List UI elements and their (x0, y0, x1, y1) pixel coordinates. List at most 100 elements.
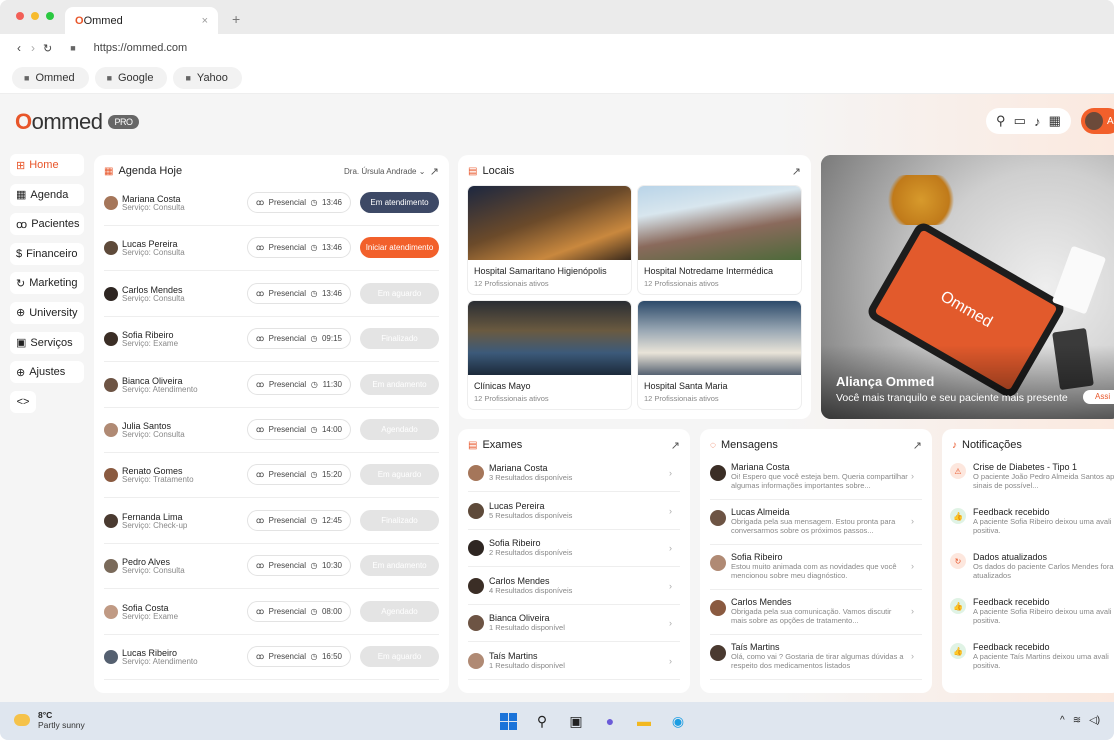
message-row[interactable]: Carlos Mendes Obrigada pela sua comunicaç… (710, 590, 922, 635)
message-row[interactable]: Taís Martins Olá, como vai ? Gostaria de … (710, 635, 922, 680)
status-button[interactable]: Em atendimento (360, 192, 439, 213)
sidebar-item-home[interactable]: ⊞ Home (10, 154, 84, 176)
expand-arrow-icon[interactable]: ↗ (671, 439, 680, 452)
local-card[interactable]: Hospital Samaritano Higienópolis 12 Prof… (468, 186, 631, 294)
agenda-row[interactable]: Mariana Costa Serviço: Consulta ꝏ Presencia… (104, 181, 439, 226)
agenda-row[interactable]: Sofia Ribeiro Serviço: Exame ꝏ Presencial ◷ 0… (104, 317, 439, 363)
locais-card: ▤ Locais ↗ Hospital Samaritano Higienópol… (458, 155, 811, 419)
expand-arrow-icon[interactable]: ↗ (913, 439, 922, 452)
sidebar-item-ajustes[interactable]: ⊕ Ajustes (10, 361, 84, 384)
notification-row[interactable]: 👍 Feedback recebido A paciente Sofia Ribei… (950, 500, 1114, 544)
notification-row[interactable]: 👍 Feedback recebido A paciente Taís Martin… (950, 635, 1114, 679)
status-button[interactable]: Agendado (360, 419, 439, 440)
agenda-row[interactable]: Pedro Alves Serviço: Consulta ꝏ Presencial ◷… (104, 544, 439, 590)
message-row[interactable]: Sofia Ribeiro Estou muito animada com as … (710, 545, 922, 590)
local-card[interactable]: Hospital Notredame Intermédica 12 Profis… (638, 186, 801, 294)
sidebar-item-financeiro[interactable]: $ Financeiro (10, 242, 84, 265)
banner-button[interactable]: Assi (1083, 390, 1114, 404)
expand-arrow-icon[interactable]: ↗ (792, 165, 801, 178)
teams-chat-icon[interactable]: ● (600, 712, 620, 730)
bell-icon[interactable]: ♪ (1034, 114, 1041, 129)
appointment-time: 16:50 (321, 652, 342, 661)
chevron-up-icon[interactable]: ^ (1060, 715, 1065, 726)
notification-row[interactable]: 👍 Feedback recebido A paciente Sofia Ribei… (950, 590, 1114, 634)
exame-row[interactable]: Carlos Mendes 4 Resultados disponíveis › (468, 568, 680, 605)
exame-row[interactable]: Mariana Costa 3 Resultados disponíveis › (468, 455, 680, 492)
sidebar-item-pacientes[interactable]: ꝏ Pacientes (10, 213, 84, 236)
agenda-row[interactable]: Fernanda Lima Serviço: Check-up ꝏ Presencia… (104, 499, 439, 544)
url-field[interactable]: https://ommed.com (94, 42, 188, 54)
status-button[interactable]: Em aguardo (360, 646, 439, 667)
message-preview-line1: Oi! Espero que você esteja bem. Queria c… (731, 472, 908, 481)
task-view-icon[interactable]: ▣ (566, 712, 586, 730)
exame-row[interactable]: Taís Martins 1 Resultado disponível › (468, 643, 680, 680)
close-window-button[interactable] (16, 12, 24, 20)
maximize-window-button[interactable] (46, 12, 54, 20)
clock-icon: ◷ (310, 334, 318, 344)
notification-row[interactable]: ↻ Dados atualizados Os dados do paciente C… (950, 545, 1114, 589)
user-menu-button[interactable]: A (1081, 108, 1114, 134)
exame-row[interactable]: Lucas Pereira 5 Resultados disponíveis › (468, 493, 680, 530)
notification-line1: Os dados do paciente Carlos Mendes foran (973, 562, 1114, 571)
new-tab-button[interactable]: + (232, 11, 240, 27)
exame-row[interactable]: Bianca Oliveira 1 Resultado disponível › (468, 605, 680, 642)
search-icon[interactable]: ⚲ (532, 712, 552, 730)
back-icon[interactable]: ‹ (17, 41, 21, 55)
sidebar-item-university[interactable]: ⊕ University (10, 301, 84, 324)
local-card[interactable]: Clínicas Mayo 12 Profissionais ativos (468, 301, 631, 409)
bookmark-yahoo[interactable]: ■ Yahoo (173, 66, 242, 89)
service-type: Serviço: Check-up (122, 520, 188, 530)
clock-icon: ◷ (310, 606, 318, 616)
sidebar-item-marketing[interactable]: ↻ Marketing (10, 272, 84, 295)
status-button[interactable]: Finalizado (360, 509, 439, 531)
status-button[interactable]: Agendado (360, 600, 439, 622)
agenda-row[interactable]: Carlos Mendes Serviço: Consulta ꝏ Presencia… (104, 272, 439, 317)
ommed-logo[interactable]: O ommed PRO (15, 109, 139, 135)
message-row[interactable]: Mariana Costa Oi! Espero que você esteja … (710, 455, 922, 500)
sidebar-item-label: Pacientes (31, 218, 80, 231)
sidebar-collapse-button[interactable]: <> (10, 390, 36, 413)
notification-title: Feedback recebido (973, 597, 1050, 607)
calendar-icon[interactable]: ▦ (1049, 113, 1061, 129)
agenda-row[interactable]: Sofia Costa Serviço: Exame ꝏ Presencial ◷ 08:… (104, 590, 439, 635)
message-row[interactable]: Lucas Almeida Obrigada pela sua mensagem.… (710, 500, 922, 545)
local-card[interactable]: Hospital Santa Maria 12 Profissionais at… (638, 301, 801, 409)
search-icon[interactable]: ⚲ (996, 113, 1006, 129)
weather-widget[interactable]: 8°C Partly sunny (14, 710, 85, 730)
file-explorer-icon[interactable]: ▬ (634, 712, 654, 730)
alianca-banner[interactable]: Ommed Aliança Ommed Você mais tranquilo … (821, 155, 1114, 419)
avatar (104, 559, 118, 574)
bookmark-google[interactable]: ■ Google (94, 66, 168, 89)
users-icon: ꝏ (256, 288, 265, 298)
sidebar-item-agenda[interactable]: ▦ Agenda (10, 183, 84, 206)
tab-close-icon[interactable]: × (202, 15, 208, 27)
status-button[interactable]: Em andamento (360, 555, 439, 577)
agenda-row[interactable]: Julia Santos Serviço: Consulta ꝏ Presencial… (104, 408, 439, 453)
sidebar-item-servicos[interactable]: ▣ Serviços (10, 331, 84, 354)
sender-name: Mariana Costa (731, 462, 790, 472)
status-button[interactable]: Iniciar atendimento (360, 237, 439, 259)
windows-start-icon[interactable] (498, 712, 518, 730)
forward-icon[interactable]: › (31, 41, 35, 55)
local-name: Hospital Samaritano Higienópolis (474, 266, 607, 276)
bookmark-ommed[interactable]: ■ Ommed (12, 66, 89, 89)
agenda-row[interactable]: Bianca Oliveira Serviço: Atendimento ꝏ Pres… (104, 363, 439, 408)
expand-arrow-icon[interactable]: ↗ (430, 165, 439, 178)
browser-tab[interactable]: O Ommed × (65, 7, 218, 34)
volume-icon[interactable]: ◁) (1089, 715, 1100, 726)
agenda-row[interactable]: Lucas Pereira Serviço: Consulta ꝏ Presencia… (104, 226, 439, 272)
status-button[interactable]: Em andamento (360, 373, 439, 395)
reload-icon[interactable]: ↻ (43, 42, 52, 55)
wifi-icon[interactable]: ≋ (1073, 715, 1081, 726)
status-button[interactable]: Finalizado (360, 328, 439, 350)
edge-browser-icon[interactable]: ◉ (668, 712, 688, 730)
status-button[interactable]: Em aguardo (360, 464, 439, 486)
doctor-select[interactable]: Dra. Úrsula Andrade ⌄ (344, 167, 425, 176)
agenda-row[interactable]: Lucas Ribeiro Serviço: Atendimento ꝏ Presen… (104, 635, 439, 680)
agenda-row[interactable]: Renato Gomes Serviço: Tratamento ꝏ Presenci… (104, 453, 439, 499)
chat-icon[interactable]: ▭ (1014, 113, 1026, 129)
minimize-window-button[interactable] (31, 12, 39, 20)
exame-row[interactable]: Sofia Ribeiro 2 Resultados disponíveis › (468, 530, 680, 567)
notification-row[interactable]: ⚠ Crise de Diabetes - Tipo 1O paciente Jo… (950, 455, 1114, 499)
status-button[interactable]: Em aguardo (360, 282, 439, 304)
